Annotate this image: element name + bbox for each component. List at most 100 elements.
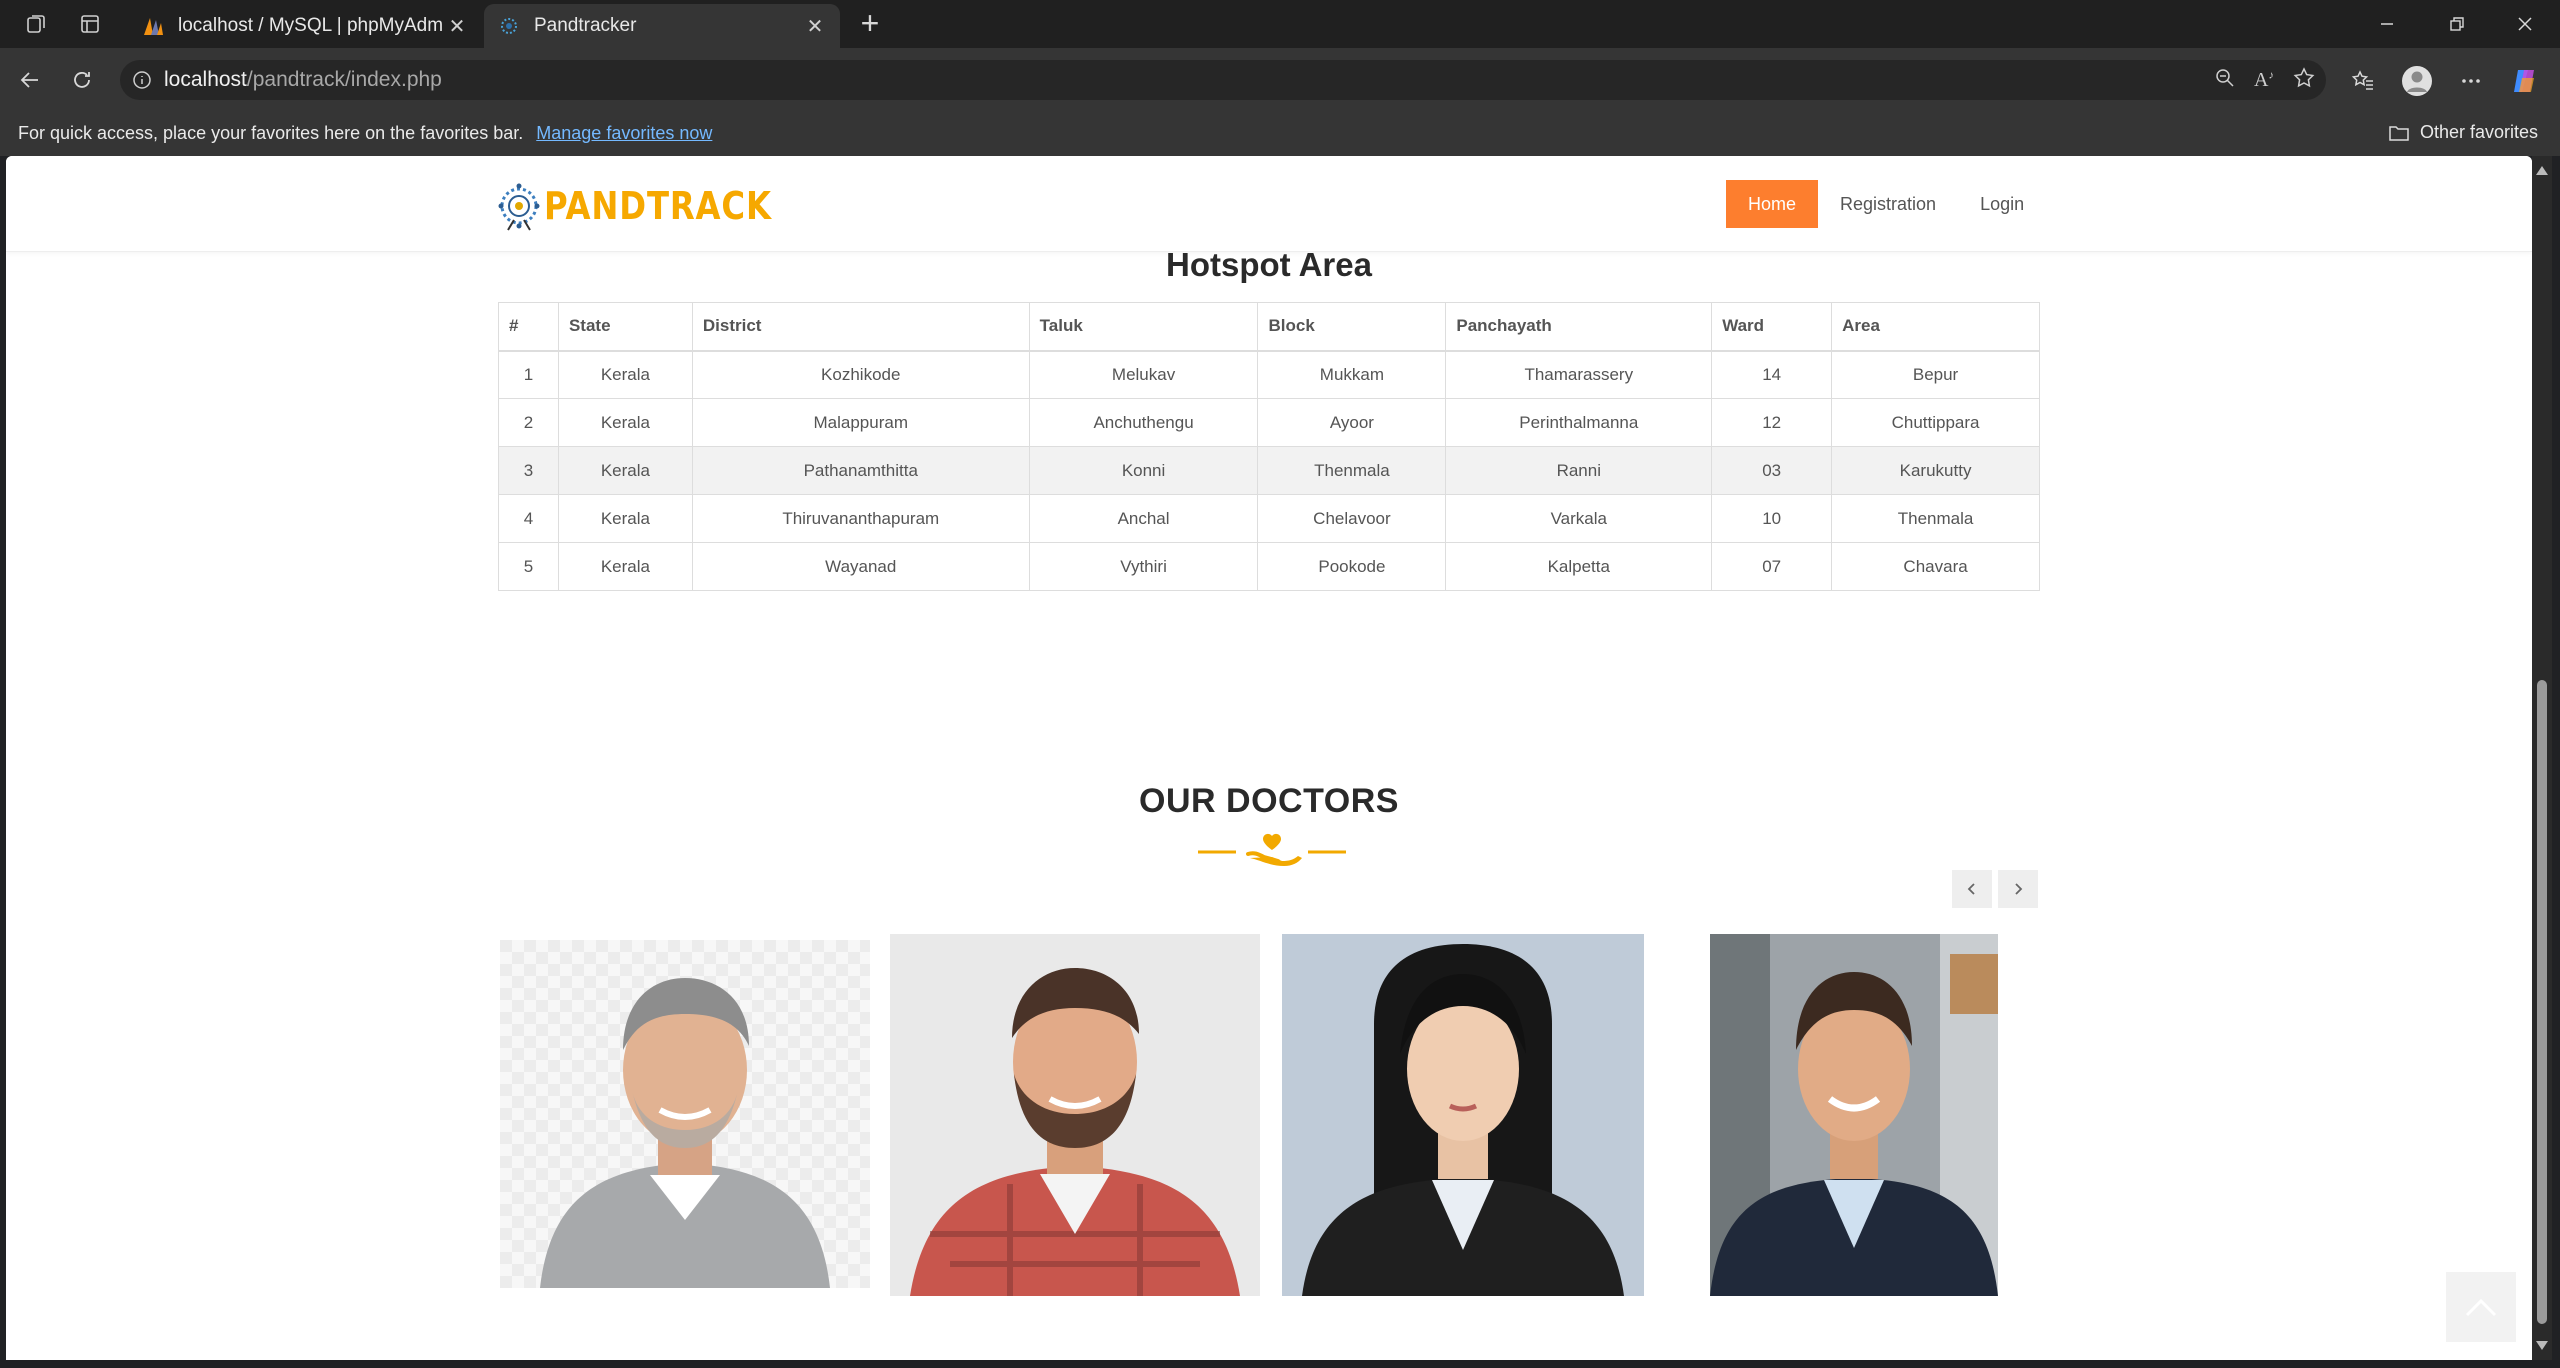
- table-cell: Ranni: [1445, 446, 1713, 495]
- table-cell: Ayoor: [1257, 398, 1447, 447]
- column-header: Block: [1257, 302, 1447, 352]
- close-tab-icon[interactable]: ✕: [800, 11, 830, 41]
- favorites-bar: For quick access, place your favorites h…: [0, 112, 2560, 156]
- page-viewport: PANDTRACK Home Registration Login Hotspo…: [6, 156, 2532, 1360]
- nav-login[interactable]: Login: [1958, 180, 2046, 228]
- read-aloud-icon[interactable]: A♪: [2254, 69, 2274, 92]
- table-cell: Perinthalmanna: [1445, 398, 1713, 447]
- favorites-message: For quick access, place your favorites h…: [18, 123, 524, 143]
- favorite-star-icon[interactable]: [2292, 66, 2316, 95]
- chevron-up-icon: [2465, 1298, 2497, 1317]
- main-nav: Home Registration Login: [1726, 180, 2046, 228]
- chevron-left-icon: [1967, 883, 1975, 895]
- table-cell: Thenmala: [1257, 446, 1447, 495]
- doctor-photo-3[interactable]: [1282, 934, 1644, 1296]
- address-bar[interactable]: localhost/pandtrack/index.php A♪: [120, 60, 2326, 100]
- table-cell: 5: [498, 542, 559, 591]
- tab-label: localhost / MySQL | phpMyAdmin: [178, 15, 442, 36]
- table-cell: 4: [498, 494, 559, 543]
- back-icon[interactable]: [14, 64, 46, 96]
- scroll-down-icon[interactable]: [2536, 1341, 2548, 1350]
- browser-tab-bar: localhost / MySQL | phpMyAdmin ✕ Pandtra…: [0, 0, 2560, 48]
- profile-avatar[interactable]: [2400, 64, 2434, 98]
- page-scrollbar[interactable]: [2532, 156, 2552, 1360]
- table-row: 2 Kerala Malappuram Anchuthengu Ayoor Pe…: [498, 398, 2040, 447]
- column-header: Area: [1831, 302, 2040, 352]
- column-header: Panchayath: [1445, 302, 1713, 352]
- column-header: District: [691, 302, 1030, 352]
- table-cell: Pathanamthitta: [691, 446, 1030, 495]
- restore-icon[interactable]: [2422, 0, 2492, 48]
- new-tab-icon[interactable]: +: [854, 7, 886, 40]
- address-row: localhost/pandtrack/index.php A♪: [0, 48, 2560, 112]
- copilot-icon[interactable]: [2508, 64, 2542, 98]
- table-row: 5 Kerala Wayanad Vythiri Pookode Kalpett…: [498, 542, 2040, 591]
- column-header: Taluk: [1028, 302, 1259, 352]
- column-header: State: [557, 302, 693, 352]
- table-cell: 10: [1711, 494, 1833, 543]
- carousel-next-button[interactable]: [1998, 870, 2038, 908]
- table-cell: Kerala: [557, 494, 693, 543]
- tab-label: Pandtracker: [534, 15, 637, 36]
- table-cell: Kalpetta: [1445, 542, 1713, 591]
- table-cell: Chavara: [1831, 542, 2040, 591]
- table-cell: 3: [498, 446, 559, 495]
- doctor-photo-2[interactable]: [890, 934, 1260, 1296]
- hotspot-table: # State District Taluk Block Panchayath …: [498, 302, 2040, 591]
- table-row: 4 Kerala Thiruvananthapuram Anchal Chela…: [498, 494, 2040, 543]
- scrollbar-thumb[interactable]: [2537, 680, 2547, 1324]
- back-to-top-button[interactable]: [2446, 1272, 2516, 1342]
- table-cell: Melukav: [1028, 350, 1259, 399]
- site-logo[interactable]: PANDTRACK: [498, 178, 812, 234]
- other-favorites-label: Other favorites: [2419, 122, 2538, 142]
- close-tab-icon[interactable]: ✕: [442, 11, 472, 41]
- table-cell: Mukkam: [1257, 350, 1447, 399]
- workspaces-icon[interactable]: [20, 8, 52, 40]
- zoom-icon[interactable]: [2214, 67, 2236, 94]
- url-text: localhost/pandtrack/index.php: [164, 68, 442, 91]
- nav-registration[interactable]: Registration: [1818, 180, 1958, 228]
- table-cell: Karukutty: [1831, 446, 2040, 495]
- tab-phpmyadmin[interactable]: localhost / MySQL | phpMyAdmin ✕: [128, 4, 482, 48]
- scroll-up-icon[interactable]: [2536, 166, 2548, 175]
- manage-favorites-link[interactable]: Manage favorites now: [536, 123, 712, 143]
- table-cell: 12: [1711, 398, 1833, 447]
- table-cell: Bepur: [1831, 350, 2040, 399]
- table-header-row: # State District Taluk Block Panchayath …: [498, 302, 2040, 352]
- table-cell: Kerala: [557, 446, 693, 495]
- table-cell: 2: [498, 398, 559, 447]
- nav-home[interactable]: Home: [1726, 180, 1819, 228]
- refresh-icon[interactable]: [66, 64, 98, 96]
- table-cell: Thamarassery: [1445, 350, 1713, 399]
- minimize-icon[interactable]: [2352, 0, 2422, 48]
- table-cell: Malappuram: [691, 398, 1030, 447]
- table-cell: Kerala: [557, 398, 693, 447]
- table-cell: Kerala: [557, 542, 693, 591]
- other-favorites-folder[interactable]: Other favorites: [2388, 122, 2538, 143]
- site-info-icon[interactable]: [120, 70, 164, 90]
- table-cell: Chelavoor: [1257, 494, 1447, 543]
- column-header: #: [498, 302, 559, 352]
- table-cell: Anchal: [1028, 494, 1259, 543]
- logo-wordmark: PANDTRACK: [544, 184, 772, 228]
- table-row: 3 Kerala Pathanamthitta Konni Thenmala R…: [498, 446, 2040, 495]
- close-window-icon[interactable]: [2490, 0, 2560, 48]
- favorites-icon[interactable]: [2346, 64, 2380, 98]
- doctor-photo-4[interactable]: [1710, 934, 1998, 1296]
- more-options-icon[interactable]: [2454, 64, 2488, 98]
- table-cell: 03: [1711, 446, 1833, 495]
- table-cell: 14: [1711, 350, 1833, 399]
- tab-pandtracker[interactable]: Pandtracker ✕: [484, 4, 840, 48]
- table-cell: 07: [1711, 542, 1833, 591]
- doctors-title: OUR DOCTORS: [1139, 782, 1399, 820]
- column-header: Ward: [1711, 302, 1833, 352]
- pandtracker-favicon-icon: [498, 15, 520, 37]
- tab-actions-icon[interactable]: [74, 8, 106, 40]
- table-cell: Varkala: [1445, 494, 1713, 543]
- phpmyadmin-favicon-icon: [142, 15, 164, 37]
- carousel-prev-button[interactable]: [1952, 870, 1992, 908]
- table-row: 1 Kerala Kozhikode Melukav Mukkam Thamar…: [498, 350, 2040, 399]
- doctor-photo-1[interactable]: [500, 940, 870, 1288]
- table-cell: Wayanad: [691, 542, 1030, 591]
- folder-icon: [2389, 125, 2409, 141]
